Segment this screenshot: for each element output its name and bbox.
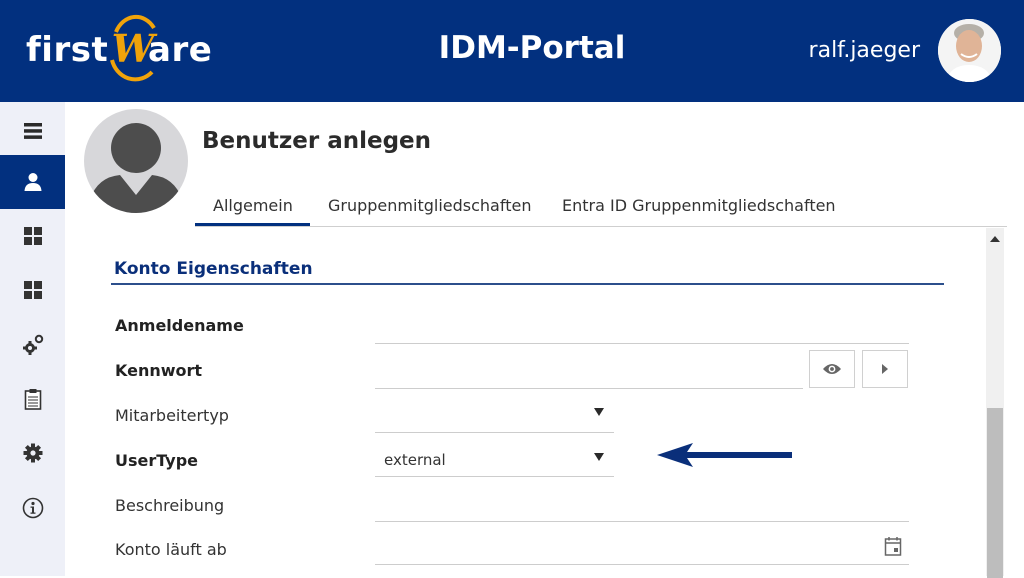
sidebar-item-user[interactable] xyxy=(0,155,65,209)
vertical-scrollbar[interactable] xyxy=(986,228,1004,578)
sidebar-item-info[interactable] xyxy=(0,481,65,535)
info-icon xyxy=(22,497,43,519)
label-anmeldename: Anmeldename xyxy=(115,316,244,335)
sidebar-item-dashboard-2[interactable] xyxy=(0,263,65,317)
clipboard-icon xyxy=(24,389,41,410)
user-icon xyxy=(24,173,41,191)
dashboard-icon xyxy=(23,281,42,299)
sidebar-item-settings[interactable] xyxy=(0,426,65,480)
mitarbeitertyp-select[interactable] xyxy=(375,396,614,433)
user-avatar[interactable] xyxy=(938,19,1001,82)
beschreibung-input[interactable] xyxy=(375,485,909,522)
user-placeholder-avatar[interactable] xyxy=(84,109,188,213)
top-header: first W are IDM-Portal ralf.jaeger xyxy=(0,0,1024,102)
scroll-up-button[interactable] xyxy=(986,228,1004,250)
label-konto-laeuft-ab: Konto läuft ab xyxy=(115,540,227,559)
sidebar-item-menu[interactable] xyxy=(0,104,65,158)
usertype-value: external xyxy=(384,451,446,469)
label-beschreibung: Beschreibung xyxy=(115,496,225,515)
person-silhouette-icon xyxy=(90,123,182,213)
section-title: Konto Eigenschaften xyxy=(114,259,313,279)
annotation-arrow-icon xyxy=(657,443,792,467)
play-icon xyxy=(882,364,888,374)
sidebar-item-reports[interactable] xyxy=(0,372,65,426)
sidebar-item-automation[interactable] xyxy=(0,318,65,372)
usertype-select[interactable]: external xyxy=(375,440,614,477)
konto-laeuft-ab-date-input[interactable] xyxy=(375,528,909,565)
main-content: Benutzer anlegen Allgemein Gruppenmitgli… xyxy=(65,102,1024,578)
chevron-down-icon xyxy=(594,453,604,461)
section-divider xyxy=(111,283,944,285)
caret-up-icon xyxy=(990,236,1000,242)
username[interactable]: ralf.jaeger xyxy=(809,38,920,63)
tab-bar: Allgemein Gruppenmitgliedschaften Entra … xyxy=(195,190,1007,227)
sidebar xyxy=(0,102,65,576)
label-usertype: UserType xyxy=(115,451,199,470)
label-mitarbeitertyp: Mitarbeitertyp xyxy=(115,406,229,425)
kennwort-input[interactable] xyxy=(375,352,803,389)
settings-icon xyxy=(23,443,42,463)
user-photo xyxy=(938,19,1001,82)
chevron-down-icon xyxy=(594,408,604,416)
menu-icon xyxy=(23,123,42,139)
tab-entra-id-gruppenmitgliedschaften[interactable]: Entra ID Gruppenmitgliedschaften xyxy=(562,196,836,215)
show-password-button[interactable] xyxy=(809,350,855,388)
tab-allgemein[interactable]: Allgemein xyxy=(195,196,310,226)
anmeldename-input[interactable] xyxy=(375,308,909,344)
generate-password-button[interactable] xyxy=(862,350,908,388)
tab-gruppenmitgliedschaften[interactable]: Gruppenmitgliedschaften xyxy=(328,196,531,215)
dashboard-icon xyxy=(23,227,42,245)
eye-icon xyxy=(823,364,841,374)
label-kennwort: Kennwort xyxy=(115,361,203,380)
calendar-icon[interactable] xyxy=(884,536,902,556)
sidebar-item-dashboard-1[interactable] xyxy=(0,209,65,263)
gears-icon xyxy=(22,334,43,355)
scrollbar-thumb[interactable] xyxy=(987,408,1003,578)
page-title: Benutzer anlegen xyxy=(202,128,432,154)
